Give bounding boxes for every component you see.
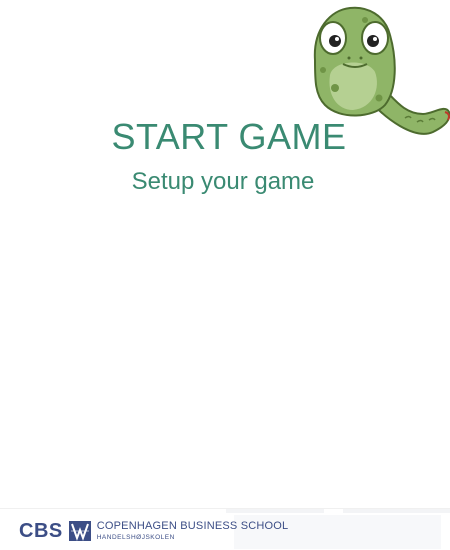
cbs-logo[interactable]: CBS COPENHAGEN BUSINESS SCHOOL HANDELSHØ…: [19, 519, 288, 543]
cbs-logo-icon: [68, 521, 91, 541]
start-game-screen: START GAME Setup your game CBS COPENHAGE…: [0, 0, 450, 550]
footer-divider: [343, 509, 450, 513]
logo-abbreviation: CBS: [19, 519, 63, 542]
logo-subname: HANDELSHØJSKOLEN: [96, 533, 175, 541]
logo-text: COPENHAGEN BUSINESS SCHOOL HANDELSHØJSKO…: [96, 519, 289, 542]
footer: CBS COPENHAGEN BUSINESS SCHOOL HANDELSHØ…: [0, 508, 450, 550]
page-subtitle: Setup your game: [131, 168, 315, 195]
logo-name: COPENHAGEN BUSINESS SCHOOL: [96, 519, 289, 532]
footer-divider: [226, 509, 324, 513]
page-title: START GAME: [111, 116, 347, 157]
